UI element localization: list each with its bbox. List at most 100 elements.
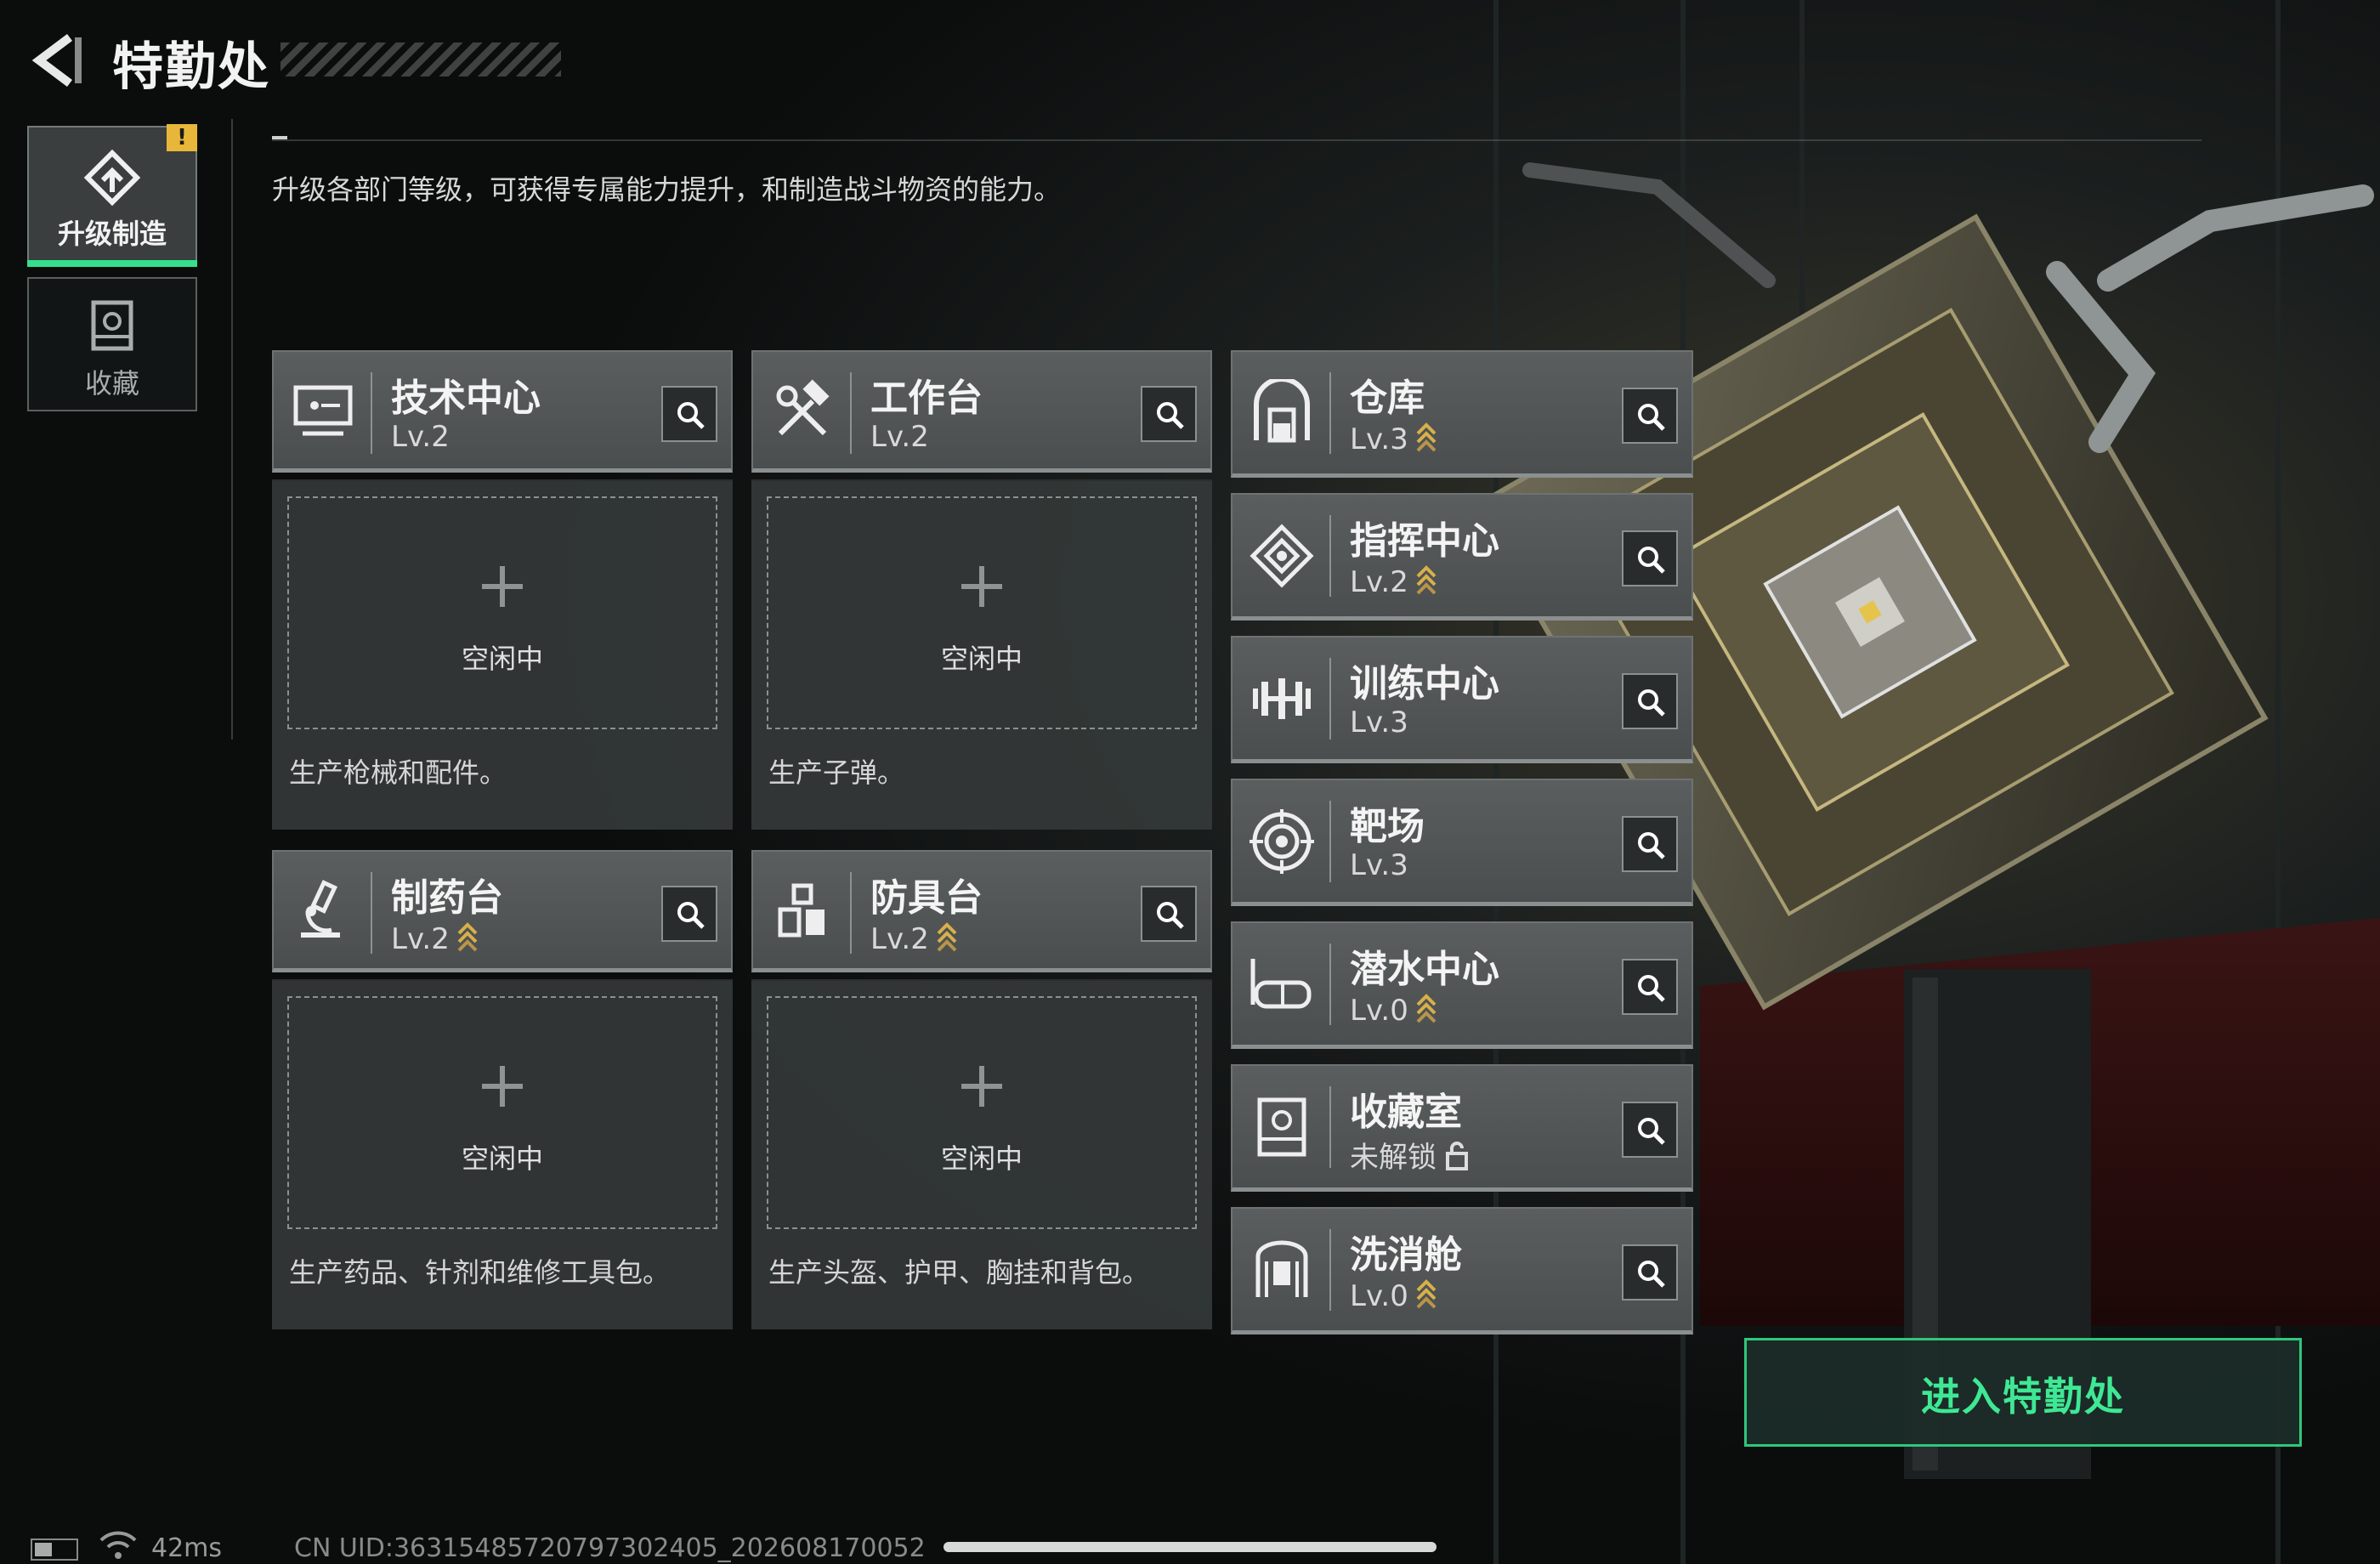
inspect-button[interactable] (661, 386, 717, 442)
facility-level-text: Lv.2 (391, 420, 450, 454)
enter-button-label: 进入特勤处 (1921, 1374, 2125, 1420)
facility-card-header[interactable]: 技术中心 Lv.2 (272, 350, 733, 473)
facility-level-text: Lv.2 (870, 420, 929, 454)
production-slot[interactable]: 空闲中 (767, 496, 1197, 729)
facility-lock-status: 未解锁 (1350, 1141, 1436, 1175)
production-slot[interactable]: 空闲中 (767, 996, 1197, 1229)
search-icon (677, 402, 705, 429)
monitor-icon (293, 385, 353, 436)
nav-tab-collection[interactable]: 收藏 (27, 277, 197, 411)
alert-badge: ! (167, 124, 197, 151)
facility-description: 生产枪械和配件。 (289, 756, 507, 789)
section-description: 升级各部门等级，可获得专属能力提升，和制造战斗物资的能力。 (272, 173, 1062, 206)
facility-name: 靶场 (1350, 805, 1425, 848)
facility-level-text: Lv.3 (1350, 422, 1408, 456)
facility-level: Lv.3 (1350, 420, 1437, 456)
facility-level: Lv.3 (1350, 706, 1408, 740)
search-icon (1638, 832, 1665, 859)
facility-row-command-center[interactable]: 指挥中心 Lv.2 (1231, 493, 1693, 620)
upgrade-available-icon (937, 922, 957, 952)
inspect-button[interactable] (1622, 816, 1678, 872)
separator (1329, 658, 1331, 740)
production-slot[interactable]: 空闲中 (287, 496, 717, 729)
facility-row-diving-center[interactable]: 潜水中心 Lv.0 (1231, 921, 1693, 1049)
facility-level: Lv.2 (1350, 563, 1437, 599)
facility-level: Lv.0 (1350, 1277, 1437, 1313)
facility-card-header[interactable]: 防具台 Lv.2 (751, 850, 1212, 972)
command-diamond-icon (1250, 524, 1314, 588)
facility-name: 洗消舱 (1350, 1233, 1462, 1277)
upgrade-available-icon (457, 922, 478, 952)
search-icon (1638, 689, 1665, 717)
search-icon (677, 902, 705, 929)
home-indicator[interactable] (944, 1542, 1436, 1552)
inspect-button[interactable] (1622, 1102, 1678, 1158)
facility-row-decon-chamber[interactable]: 洗消舱 Lv.0 (1231, 1207, 1693, 1334)
nav-tab-upgrade-label: 升级制造 (57, 218, 167, 250)
ping-readout: 42ms (151, 1533, 223, 1563)
inspect-button[interactable] (1622, 388, 1678, 444)
facility-level-text: Lv.2 (870, 922, 929, 956)
page-title: 特勤处 (112, 37, 270, 97)
hammer-wrench-icon (776, 379, 830, 436)
inspect-button[interactable] (1622, 1244, 1678, 1300)
facility-level-text: Lv.2 (1350, 565, 1408, 599)
search-icon (1638, 404, 1665, 431)
separator (1329, 944, 1331, 1025)
inspect-button[interactable] (661, 886, 717, 942)
inspect-button[interactable] (1141, 386, 1197, 442)
facility-level-text: Lv.0 (1350, 994, 1408, 1028)
facility-level-text: Lv.2 (391, 922, 450, 956)
facility-level: Lv.0 (1350, 991, 1437, 1028)
facility-row-training-center[interactable]: 训练中心 Lv.3 (1231, 636, 1693, 763)
divider-mark (272, 136, 287, 139)
search-icon (1638, 547, 1665, 574)
separator (371, 372, 372, 454)
separator (850, 872, 852, 954)
search-icon (1638, 975, 1665, 1002)
upgrade-available-icon (1416, 565, 1436, 595)
lock-icon (1446, 1142, 1468, 1170)
wifi-icon (99, 1531, 137, 1559)
user-uid: CN UID:3631548572079730240​5_20260817005… (294, 1533, 926, 1563)
facility-level: Lv.2 (870, 920, 958, 956)
separator (850, 372, 852, 454)
warehouse-icon (1254, 379, 1310, 443)
facility-level: 未解锁 (1350, 1134, 1469, 1176)
upgrade-build-icon (83, 149, 141, 207)
facility-level: Lv.2 (870, 420, 929, 454)
production-slot[interactable]: 空闲中 (287, 996, 717, 1229)
facility-row-collection-room[interactable]: 收藏室 未解锁 (1231, 1064, 1693, 1192)
facility-level-text: Lv.3 (1350, 848, 1408, 882)
facility-name: 潜水中心 (1350, 948, 1499, 991)
facility-name: 收藏室 (1350, 1091, 1462, 1134)
separator (1329, 372, 1331, 454)
inspect-button[interactable] (1622, 959, 1678, 1015)
facility-card-header[interactable]: 制药台 Lv.2 (272, 850, 733, 972)
armor-icon (778, 883, 824, 938)
separator (1329, 1229, 1331, 1311)
facility-card-body: 空闲中 生产头盔、护甲、胸挂和背包。 (751, 979, 1212, 1329)
collection-case-icon (91, 300, 133, 351)
plus-icon (961, 566, 1002, 607)
facility-name: 制药台 (391, 876, 503, 920)
facility-description: 生产药品、针剂和维修工具包。 (289, 1256, 671, 1289)
dumbbell-icon (1253, 678, 1311, 719)
upgrade-available-icon (1416, 994, 1436, 1023)
target-icon (1250, 809, 1314, 874)
enter-special-ops-button[interactable]: 进入特勤处 (1744, 1338, 2302, 1447)
inspect-button[interactable] (1622, 530, 1678, 586)
slot-status: 空闲中 (461, 643, 543, 675)
facility-level: Lv.2 (391, 920, 479, 956)
facility-name: 仓库 (1350, 377, 1425, 420)
search-icon (1157, 902, 1184, 929)
facility-card-header[interactable]: 工作台 Lv.2 (751, 350, 1212, 473)
facility-card-body: 空闲中 生产子弹。 (751, 479, 1212, 830)
facility-name: 训练中心 (1350, 662, 1499, 706)
facility-row-warehouse[interactable]: 仓库 Lv.3 (1231, 350, 1693, 478)
inspect-button[interactable] (1622, 673, 1678, 729)
facility-row-shooting-range[interactable]: 靶场 Lv.3 (1231, 779, 1693, 906)
inspect-button[interactable] (1141, 886, 1197, 942)
back-arrow-icon[interactable] (26, 31, 85, 90)
separator (1329, 1086, 1331, 1168)
